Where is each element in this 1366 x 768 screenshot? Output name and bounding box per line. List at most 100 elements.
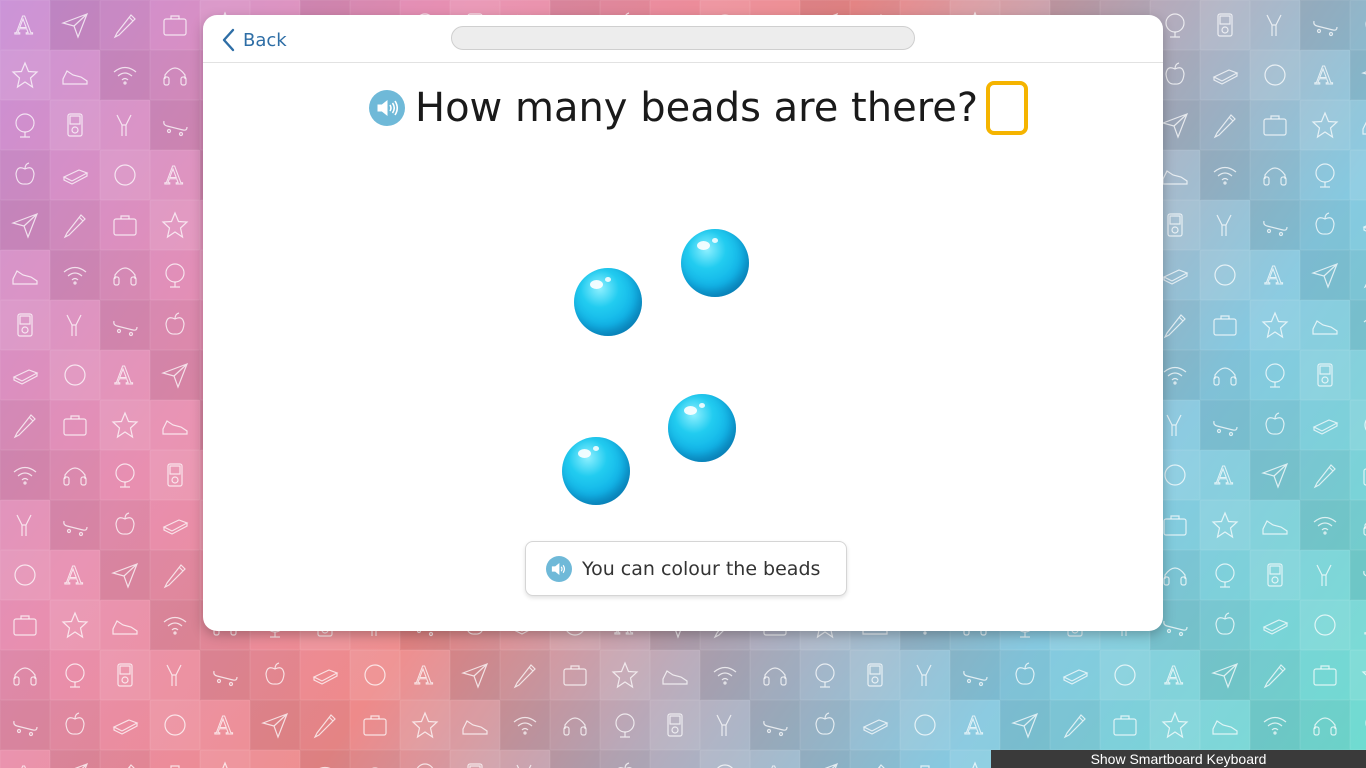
bead[interactable] [562,437,630,505]
apple-icon [15,162,35,185]
headphones-icon [763,667,787,686]
background-tile [150,700,200,750]
background-tile [1000,650,1050,700]
headphones-icon [163,67,187,86]
bead[interactable] [681,229,749,297]
background-tile [1350,50,1366,100]
paper-plane-icon [261,712,289,739]
letter-a-icon: A [414,662,434,690]
headphones-icon [1163,567,1187,586]
colour-beads-hint-button[interactable]: You can colour the beads [525,541,847,596]
skateboard-icon [1163,620,1188,637]
letter-a-icon: A [764,762,784,768]
background-tile [1350,200,1366,250]
sneaker-icon [261,761,289,768]
svg-text:A: A [964,712,983,739]
apple-icon [815,712,835,735]
background-tile [1200,50,1250,100]
background-tile [50,200,100,250]
bead[interactable] [574,268,642,336]
background-tile [1300,500,1350,550]
slingshot-icon [916,664,932,686]
slingshot-icon [1316,564,1332,586]
circle-icon [1264,64,1286,86]
paper-plane-icon [11,212,39,239]
pencil-icon [13,414,36,439]
circle-icon [364,664,386,686]
background-tile: A [100,350,150,400]
skateboard-icon [1363,570,1366,577]
book-icon [862,719,889,735]
background-tile [1200,600,1250,650]
background-tile [1250,0,1300,50]
top-bar: Back [203,15,1163,63]
letter-a-icon: A [14,12,34,40]
background-tile [700,650,750,700]
background-tile [1350,150,1366,200]
background-tile [750,650,800,700]
apple-icon [265,662,285,685]
background-tile [1200,700,1250,750]
pencil-icon [1213,114,1236,139]
letter-a-icon: A [1264,262,1284,290]
svg-text:A: A [214,712,233,739]
circle-icon [1314,614,1336,636]
hint-label: You can colour the beads [582,557,821,580]
svg-text:A: A [1214,462,1233,489]
background-tile [100,200,150,250]
background-tile [950,650,1000,700]
circle-icon [14,564,36,586]
globe-icon [1315,163,1335,188]
background-tile [1250,400,1300,450]
background-tile [150,200,200,250]
background-tile [150,600,200,650]
background-tile [1350,550,1366,600]
background-tile [450,700,500,750]
circle-icon [1214,264,1236,286]
wifi-icon [113,66,137,85]
background-tile [150,250,200,300]
slingshot-icon [1266,14,1282,36]
star-icon [1211,511,1239,539]
headphones-icon [563,717,587,736]
background-tile [300,650,350,700]
wifi-icon [1263,716,1287,735]
back-button[interactable]: Back [221,27,287,53]
background-tile [1350,650,1366,700]
wifi-icon [63,266,87,285]
background-tile [50,450,100,500]
background-tile [350,750,400,768]
background-tile [1250,100,1300,150]
background-tile [0,550,50,600]
background-tile [100,100,150,150]
star-icon [11,61,39,89]
background-tile [1300,550,1350,600]
background-tile [700,700,750,750]
show-keyboard-button[interactable]: Show Smartboard Keyboard [991,750,1366,768]
briefcase-icon [13,615,37,636]
background-tile [1300,0,1350,50]
headphones-icon [1263,167,1287,186]
question-speaker-button[interactable] [369,90,405,126]
background-tile [50,250,100,300]
hint-speaker-button[interactable] [546,555,572,582]
background-tile [0,450,50,500]
answer-input-box[interactable] [986,81,1029,135]
background-tile [1350,500,1366,550]
background-tile [1250,350,1300,400]
back-label: Back [243,29,287,51]
speaker-icon [377,99,399,117]
svg-text:A: A [1314,62,1333,89]
background-tile [1200,400,1250,450]
paper-plane-icon [1361,71,1366,75]
globe-icon [1265,363,1285,388]
background-tile [50,600,100,650]
slingshot-icon [16,514,32,536]
background-tile [1250,150,1300,200]
bead[interactable] [668,394,736,462]
pencil-icon [1163,314,1186,339]
svg-text:A: A [14,762,33,768]
background-tile [850,650,900,700]
background-tile [650,650,700,700]
apple-icon [115,512,135,535]
